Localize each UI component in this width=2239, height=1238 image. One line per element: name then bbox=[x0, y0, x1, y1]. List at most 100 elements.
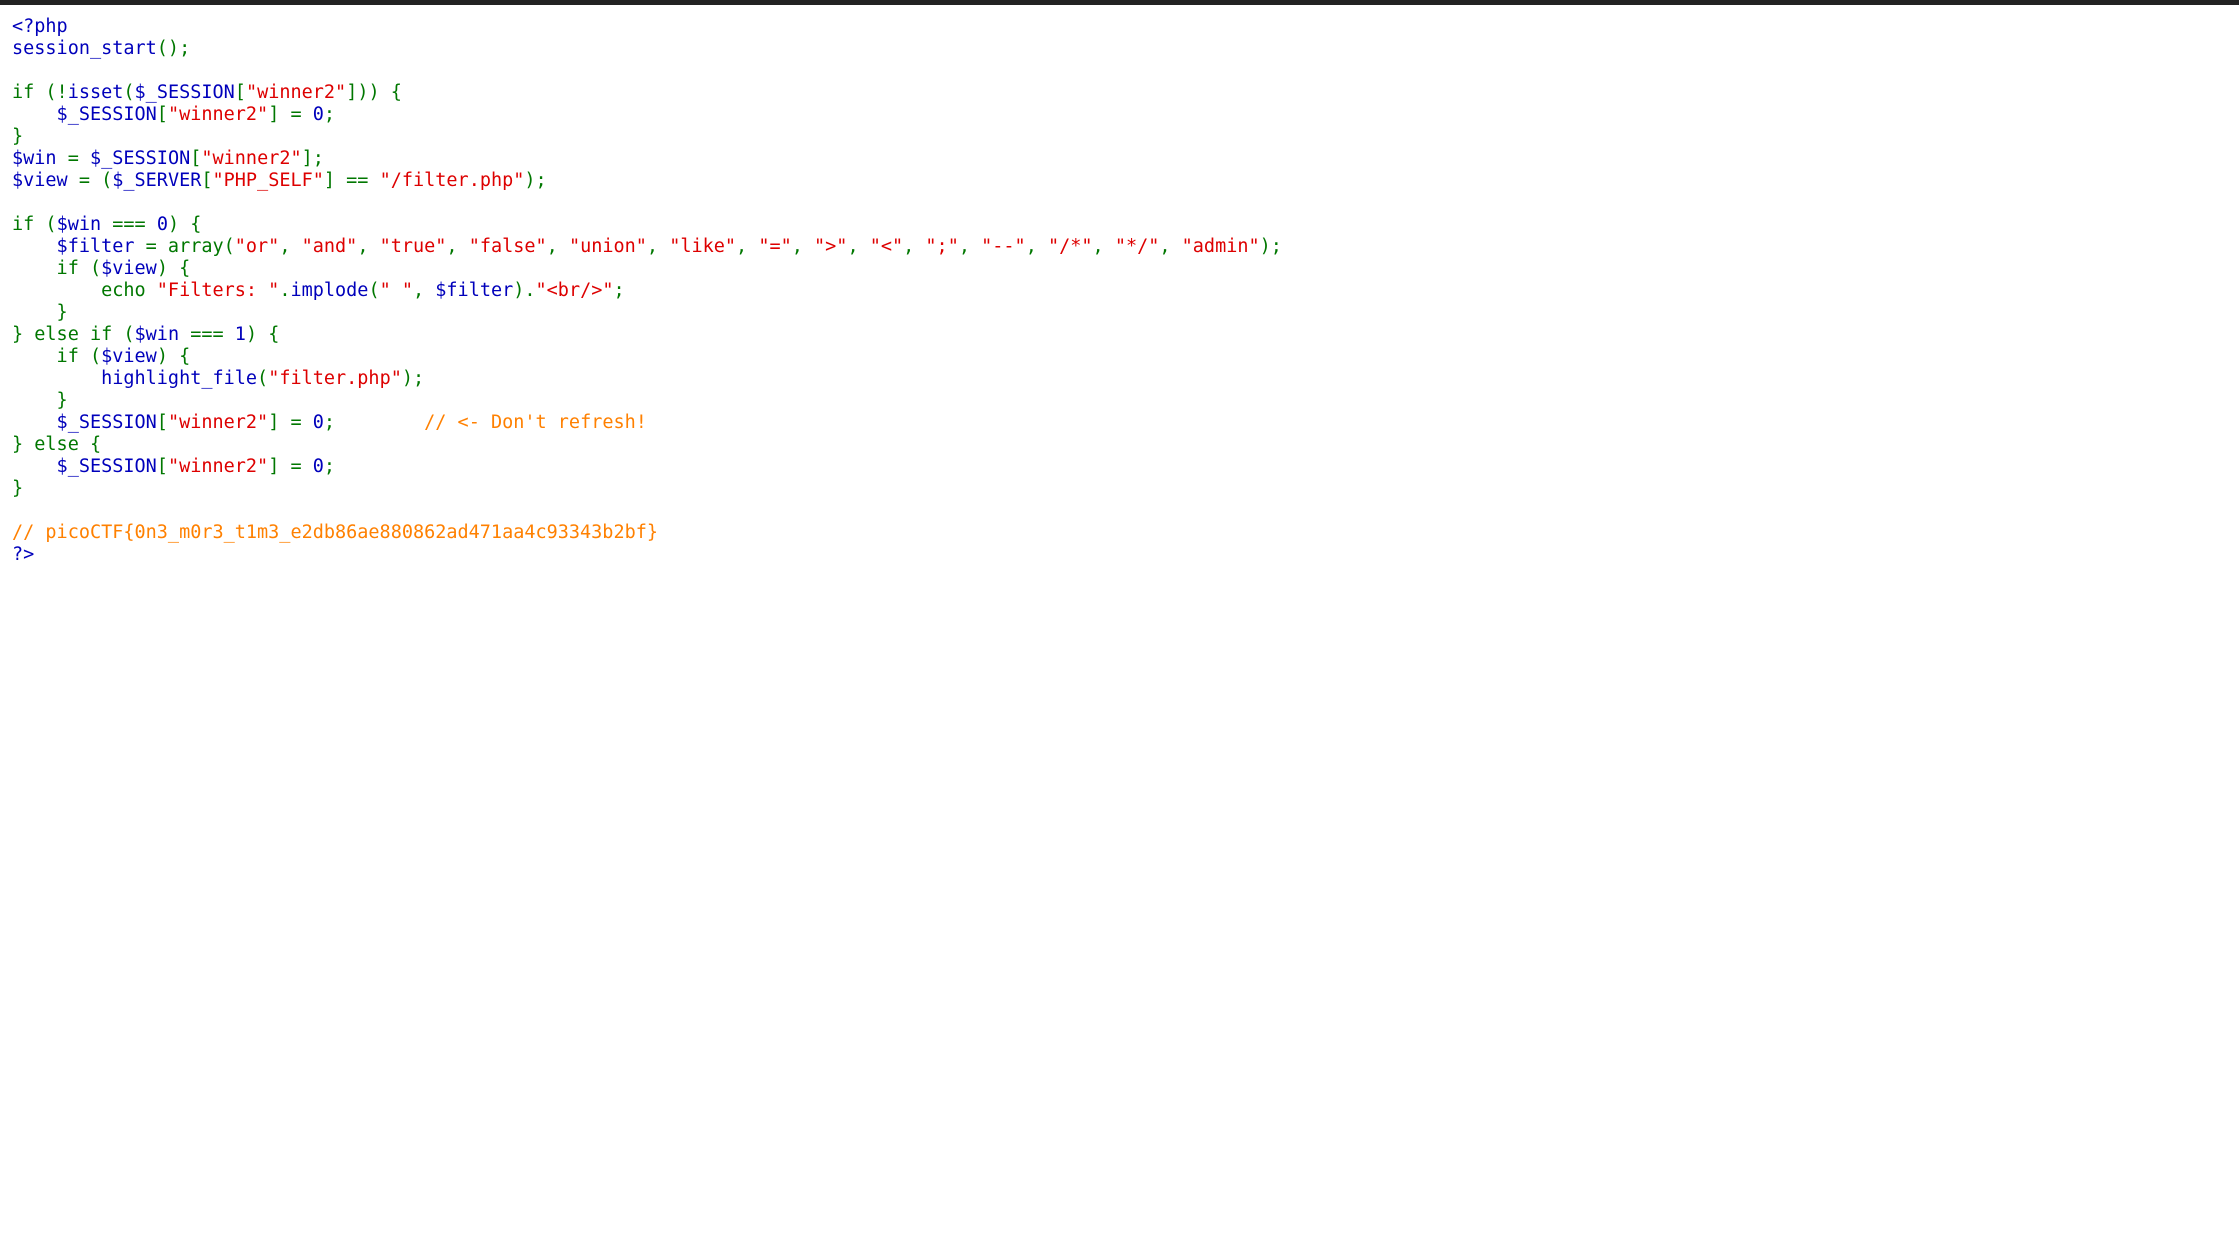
code-token-default: <?php bbox=[12, 16, 68, 37]
code-token-keyword: , bbox=[791, 236, 815, 257]
code-token-string: "winner2" bbox=[167, 412, 269, 433]
code-token-keyword: , bbox=[1025, 236, 1048, 257]
code-line: ?> bbox=[12, 544, 1282, 566]
code-token-keyword: ; bbox=[613, 280, 625, 301]
code-token-keyword: ( bbox=[123, 82, 135, 103]
code-token-default: implode bbox=[290, 280, 369, 301]
code-token-keyword: [ bbox=[190, 148, 202, 169]
code-token-comment: // picoCTF{0n3_m0r3_t1m3_e2db86ae880862a… bbox=[12, 522, 659, 543]
code-token-keyword: } bbox=[12, 390, 68, 411]
code-token-default: highlight_file bbox=[12, 368, 258, 389]
code-token-string: "winner2" bbox=[201, 148, 302, 169]
code-token-default: 0 bbox=[312, 412, 324, 433]
code-token-string: "=" bbox=[758, 236, 792, 257]
code-token-keyword: } bbox=[12, 302, 68, 323]
code-line: $_SESSION["winner2"] = 0; bbox=[12, 456, 1282, 478]
code-token-keyword: = bbox=[67, 148, 90, 169]
code-line: } else if ($win === 1) { bbox=[12, 324, 1282, 346]
code-token-keyword: ])) { bbox=[346, 82, 402, 103]
code-token-default: $win bbox=[56, 214, 113, 235]
code-line: } bbox=[12, 126, 1282, 148]
code-token-keyword: ] = bbox=[268, 104, 313, 125]
code-token-keyword: , bbox=[736, 236, 759, 257]
code-token-keyword: ( bbox=[368, 280, 380, 301]
code-token-default: 1 bbox=[234, 324, 246, 345]
code-token-keyword: } bbox=[12, 126, 24, 147]
code-token-keyword: } bbox=[12, 478, 24, 499]
code-token-keyword: , bbox=[903, 236, 926, 257]
code-token-keyword: ( bbox=[257, 368, 269, 389]
code-token-keyword: if ( bbox=[12, 258, 102, 279]
code-token-keyword: , bbox=[847, 236, 870, 257]
code-token-keyword: if ( bbox=[12, 346, 102, 367]
code-token-string: "and" bbox=[301, 236, 358, 257]
code-token-default: 0 bbox=[156, 214, 168, 235]
code-token-keyword: [ bbox=[156, 104, 168, 125]
code-token-string: "like" bbox=[669, 236, 737, 257]
code-token-string: "true" bbox=[379, 236, 447, 257]
code-token-keyword: ); bbox=[524, 170, 547, 191]
code-token-string: "*/" bbox=[1114, 236, 1160, 257]
code-token-default: 0 bbox=[312, 456, 324, 477]
browser-top-bar bbox=[0, 0, 2239, 5]
code-line: } else { bbox=[12, 434, 1282, 456]
code-token-default: $_SERVER bbox=[112, 170, 202, 191]
code-token-string: "/*" bbox=[1047, 236, 1093, 257]
code-line: $filter = array("or", "and", "true", "fa… bbox=[12, 236, 1282, 258]
code-token-keyword: = array( bbox=[145, 236, 235, 257]
code-token-string: "<br/>" bbox=[535, 280, 614, 301]
code-line: if ($view) { bbox=[12, 346, 1282, 368]
code-token-keyword: = ( bbox=[78, 170, 113, 191]
code-token-keyword: [ bbox=[156, 456, 168, 477]
code-line: <?php bbox=[12, 16, 1282, 38]
code-token-string: "admin" bbox=[1181, 236, 1260, 257]
code-line: session_start(); bbox=[12, 38, 1282, 60]
code-token-string: "false" bbox=[468, 236, 547, 257]
code-line: $view = ($_SERVER["PHP_SELF"] == "/filte… bbox=[12, 170, 1282, 192]
code-token-keyword: , bbox=[1092, 236, 1115, 257]
code-token-keyword: } else if ( bbox=[12, 324, 135, 345]
code-token-keyword: , bbox=[279, 236, 302, 257]
code-token-default: ?> bbox=[12, 544, 35, 565]
code-token-string: "Filters: " bbox=[156, 280, 280, 301]
code-token-default: $view bbox=[12, 170, 79, 191]
code-line: echo "Filters: ".implode(" ", $filter)."… bbox=[12, 280, 1282, 302]
code-token-string: ">" bbox=[814, 236, 848, 257]
code-token-comment: // <- Don't refresh! bbox=[424, 412, 647, 433]
code-token-string: "--" bbox=[981, 236, 1026, 257]
code-line: $win = $_SESSION["winner2"]; bbox=[12, 148, 1282, 170]
code-token-default: $filter bbox=[435, 280, 514, 301]
code-token-keyword: ; bbox=[323, 456, 336, 477]
code-token-keyword: [ bbox=[156, 412, 168, 433]
code-token-keyword: . bbox=[279, 280, 291, 301]
code-token-keyword: ) { bbox=[245, 324, 280, 345]
code-token-default: $_SESSION bbox=[89, 148, 191, 169]
code-token-keyword: , bbox=[446, 236, 469, 257]
code-token-keyword: ); bbox=[401, 368, 425, 389]
code-token-default: $win bbox=[12, 148, 68, 169]
code-token-default: $_SESSION bbox=[134, 82, 235, 103]
code-line: // picoCTF{0n3_m0r3_t1m3_e2db86ae880862a… bbox=[12, 522, 1282, 544]
code-token-default: session_start bbox=[12, 38, 157, 59]
code-line: } bbox=[12, 302, 1282, 324]
code-token-keyword: if (! bbox=[12, 82, 68, 103]
code-token-default: $view bbox=[101, 346, 157, 367]
code-token-default: $_SESSION bbox=[12, 412, 157, 433]
code-token-keyword: ); bbox=[1259, 236, 1282, 257]
code-line: highlight_file("filter.php"); bbox=[12, 368, 1282, 390]
code-token-keyword: echo bbox=[12, 280, 157, 301]
code-token-keyword: , bbox=[413, 280, 436, 301]
code-token-string: "/filter.php" bbox=[379, 170, 525, 191]
code-token-keyword: [ bbox=[234, 82, 246, 103]
code-token-keyword: ) { bbox=[167, 214, 202, 235]
code-token-string: "winner2" bbox=[167, 456, 269, 477]
code-token-default: 0 bbox=[312, 104, 324, 125]
code-token-string: "winner2" bbox=[245, 82, 347, 103]
code-token-default: $_SESSION bbox=[12, 104, 157, 125]
code-line: } bbox=[12, 390, 1282, 412]
code-token-keyword: ). bbox=[513, 280, 536, 301]
code-token-keyword: === bbox=[190, 324, 235, 345]
